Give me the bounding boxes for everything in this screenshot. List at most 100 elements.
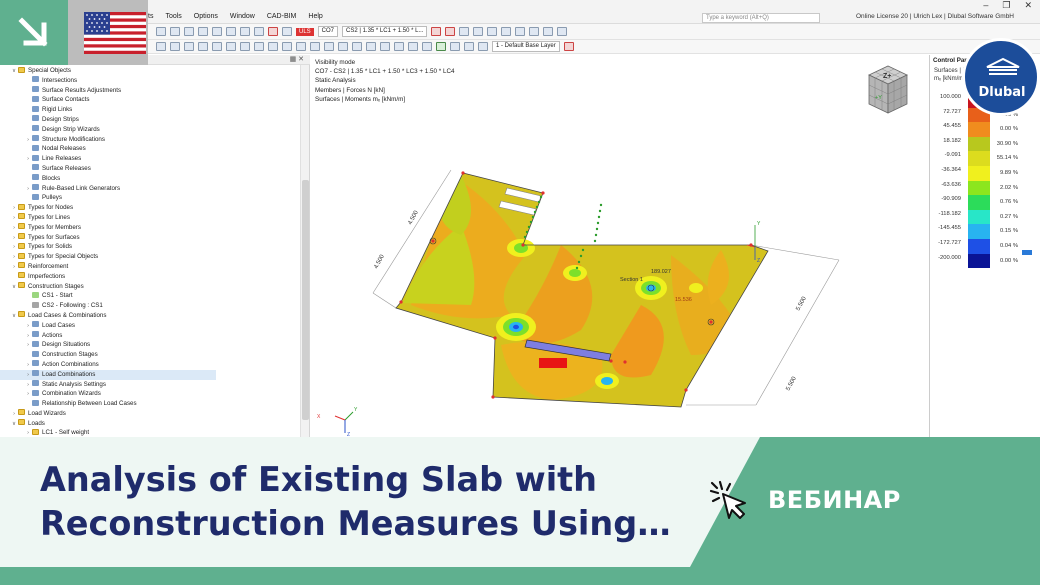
previous-icon[interactable]	[431, 27, 442, 36]
tree-item[interactable]: › Types for Lines	[0, 213, 300, 223]
rotate-icon[interactable]	[198, 42, 208, 51]
tree-item[interactable]: Blocks	[0, 174, 300, 184]
tree-item[interactable]: Construction Stages	[0, 350, 300, 360]
tree-item[interactable]: Surface Releases	[0, 164, 300, 174]
redo-icon[interactable]	[170, 27, 180, 36]
visibility-icon[interactable]	[436, 42, 446, 51]
tree-item[interactable]: › Actions	[0, 331, 300, 341]
tree-item[interactable]: › Design Situations	[0, 340, 300, 350]
tree-item[interactable]: ∨ Loads	[0, 419, 300, 429]
animate-icon[interactable]	[543, 27, 554, 36]
us-flag-icon[interactable]	[84, 12, 146, 54]
tree-item[interactable]: › Types for Surfaces	[0, 233, 300, 243]
tree-item[interactable]: ∨ Special Objects	[0, 66, 300, 76]
tree-item[interactable]: ∨ Load Cases & Combinations	[0, 311, 300, 321]
minimize-icon[interactable]: –	[983, 0, 988, 11]
menu-item-tools-partial[interactable]: ts	[148, 13, 153, 20]
wireframe-icon[interactable]	[394, 42, 404, 51]
tree-item[interactable]: › Line Releases	[0, 154, 300, 164]
divide-icon[interactable]	[226, 42, 236, 51]
surface-icon[interactable]	[254, 27, 264, 36]
values-icon[interactable]	[473, 27, 484, 36]
hide-icon[interactable]	[464, 42, 474, 51]
tree-item[interactable]: › Action Combinations	[0, 360, 300, 370]
tree-item[interactable]: › Types for Members	[0, 223, 300, 233]
menu-item-help[interactable]: Help	[308, 13, 322, 20]
member-icon[interactable]	[240, 27, 250, 36]
view-cube-icon[interactable]: Z+ +Y	[863, 61, 913, 119]
restore-icon[interactable]: ❐	[1002, 0, 1010, 11]
load-combination-select[interactable]: CS2 | 1.35 * LC1 + 1.50 * L...	[342, 26, 428, 37]
zoom-all-icon[interactable]	[352, 42, 362, 51]
display-icon[interactable]	[459, 27, 470, 36]
tree-item[interactable]: › Rule-Based Link Generators	[0, 184, 300, 194]
tree-item[interactable]: › Load Combinations	[0, 369, 216, 380]
calculate-icon[interactable]	[268, 27, 278, 36]
tree-item[interactable]: ∨ Construction Stages	[0, 282, 300, 292]
transparency-icon[interactable]	[408, 42, 418, 51]
color-legend[interactable]: 100.000 72.727 0.00 % 45.455 0.00 % 18.182 30.…	[930, 93, 1040, 269]
view-x-icon[interactable]	[296, 42, 306, 51]
section-icon[interactable]	[515, 27, 526, 36]
tree-item[interactable]: Pulleys	[0, 193, 300, 203]
grid-icon[interactable]	[212, 27, 222, 36]
view-z-icon[interactable]	[324, 42, 334, 51]
pin-icon[interactable]: ▦ ✕	[290, 55, 304, 63]
tree-item[interactable]: › Load Cases	[0, 321, 300, 331]
extrude-icon[interactable]	[240, 42, 250, 51]
tree-item[interactable]: › Structure Modifications	[0, 135, 300, 145]
menu-item-options[interactable]: Options	[194, 13, 218, 20]
delete-layer-icon[interactable]	[563, 42, 574, 51]
tree-item[interactable]: › Load Wizards	[0, 409, 300, 419]
tree-item[interactable]: Imperfections	[0, 272, 300, 282]
tree-item[interactable]: CS1 - Start	[0, 291, 300, 301]
model-viewport[interactable]: 4.500 4.500 5.500 5.500 Section 1 189.02…	[311, 55, 928, 437]
tree-item[interactable]: Surface Results Adjustments	[0, 86, 300, 96]
layer-select[interactable]: 1 - Default Base Layer	[492, 41, 560, 52]
tree-item[interactable]: Design Strip Wizards	[0, 125, 300, 135]
panel-icon[interactable]	[184, 27, 194, 36]
lock-icon[interactable]	[450, 42, 460, 51]
next-icon[interactable]	[445, 27, 456, 36]
render-icon[interactable]	[380, 42, 390, 51]
menu-item-cad-bim[interactable]: CAD-BIM	[267, 13, 297, 20]
tree-item[interactable]: › Types for Solids	[0, 242, 300, 252]
tree-item[interactable]: Design Strips	[0, 115, 300, 125]
tree-item[interactable]: › Types for Special Objects	[0, 252, 300, 262]
undo-icon[interactable]	[156, 27, 166, 36]
legend-scroll-indicator[interactable]	[1022, 250, 1032, 255]
tree-item[interactable]: › LC1 - Self weight	[0, 428, 300, 437]
select-icon[interactable]	[156, 42, 166, 51]
scrollbar-thumb[interactable]	[302, 180, 309, 420]
menu-item-tools[interactable]: Tools	[165, 13, 181, 20]
combination-id[interactable]: CO7	[317, 26, 339, 37]
deform-icon[interactable]	[487, 27, 498, 36]
view-y-icon[interactable]	[310, 42, 320, 51]
mirror-icon[interactable]	[212, 42, 222, 51]
table-icon[interactable]	[198, 27, 208, 36]
zoom-window-icon[interactable]	[366, 42, 376, 51]
node-icon[interactable]	[226, 27, 236, 36]
move-icon[interactable]	[170, 42, 180, 51]
layers-icon[interactable]	[478, 42, 488, 51]
menu-item-window[interactable]: Window	[230, 13, 255, 20]
tree-item[interactable]: Surface Contacts	[0, 95, 300, 105]
tree-item[interactable]: Nodal Releases	[0, 144, 300, 154]
filter-icon[interactable]	[529, 27, 540, 36]
guide-icon[interactable]	[282, 42, 292, 51]
measure-icon[interactable]	[254, 42, 264, 51]
copy-icon[interactable]	[184, 42, 194, 51]
clipping-icon[interactable]	[422, 42, 432, 51]
chevron-right-icon[interactable]: ›	[24, 429, 32, 437]
slab-result-plot[interactable]: 4.500 4.500 5.500 5.500 Section 1 189.02…	[311, 55, 928, 437]
close-icon[interactable]: ✕	[1024, 0, 1032, 11]
slab-surface[interactable]	[371, 155, 791, 415]
keyword-search-input[interactable]: Type a keyword (Alt+Q)	[702, 13, 820, 23]
navigator-scrollbar[interactable]	[300, 65, 309, 437]
isolines-icon[interactable]	[501, 27, 512, 36]
tree-item[interactable]: CS2 - Following : CS1	[0, 301, 300, 311]
tree-item[interactable]: Intersections	[0, 76, 300, 86]
tree-item[interactable]: Rigid Links	[0, 105, 300, 115]
view-iso-icon[interactable]	[338, 42, 348, 51]
tree-item[interactable]: › Static Analysis Settings	[0, 380, 300, 390]
